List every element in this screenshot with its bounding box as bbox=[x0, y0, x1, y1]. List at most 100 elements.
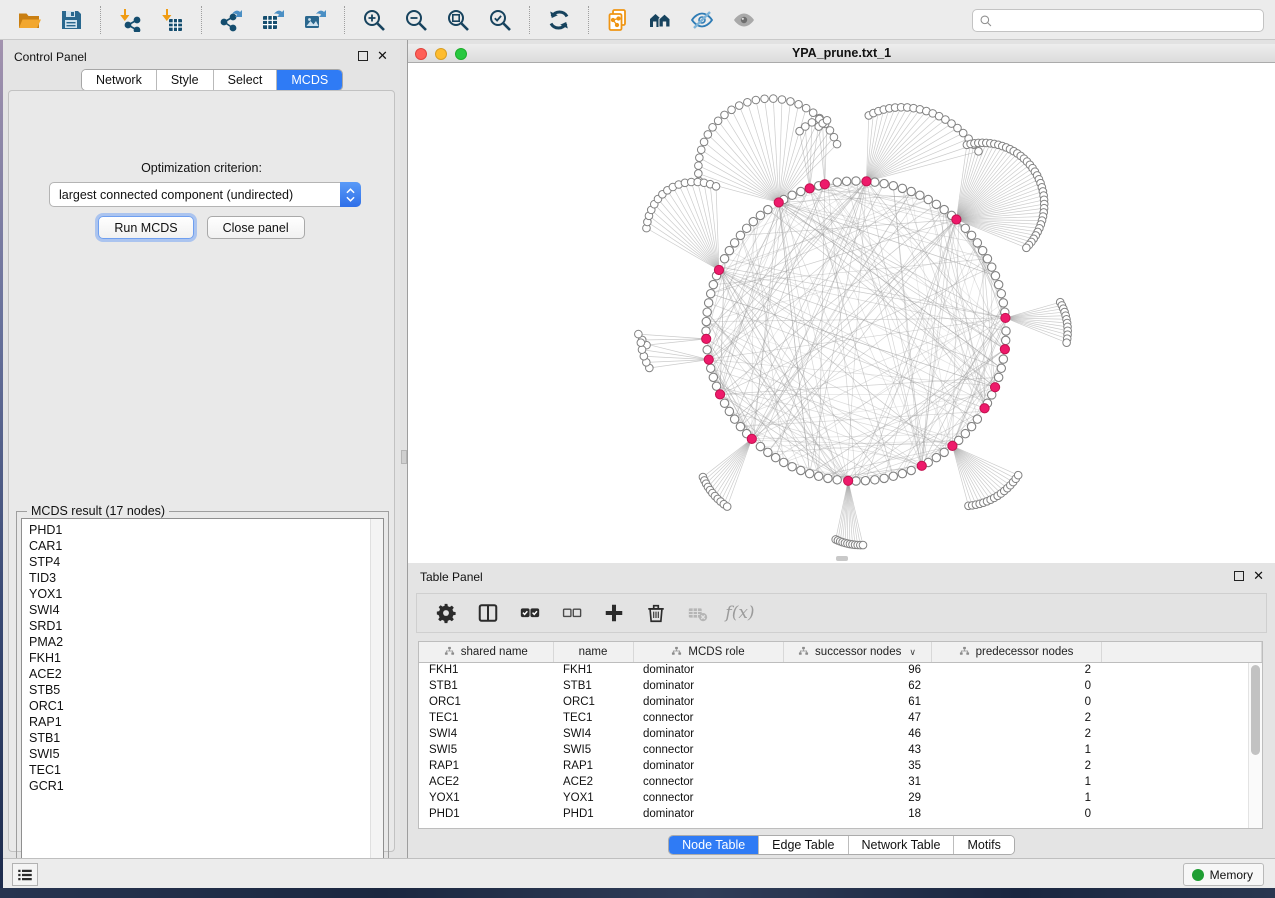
mcds-list-scrollbar[interactable] bbox=[370, 519, 383, 876]
table-row[interactable]: YOX1YOX1connector291 bbox=[419, 790, 1262, 806]
run-mcds-button[interactable]: Run MCDS bbox=[98, 216, 193, 239]
network-leaf-node[interactable] bbox=[975, 148, 983, 156]
network-hub-node[interactable] bbox=[862, 177, 871, 186]
network-node[interactable] bbox=[940, 448, 948, 456]
network-node[interactable] bbox=[702, 317, 710, 325]
mcds-node-item[interactable]: STB5 bbox=[29, 682, 383, 698]
network-node[interactable] bbox=[961, 224, 969, 232]
network-node[interactable] bbox=[720, 255, 728, 263]
network-leaf-node[interactable] bbox=[778, 96, 786, 104]
network-leaf-node[interactable] bbox=[712, 183, 720, 191]
network-node[interactable] bbox=[720, 399, 728, 407]
select-all-columns-button[interactable] bbox=[515, 598, 545, 628]
network-node[interactable] bbox=[871, 476, 879, 484]
new-network-from-selection-button[interactable] bbox=[603, 5, 633, 35]
network-leaf-node[interactable] bbox=[637, 339, 645, 347]
open-file-button[interactable] bbox=[14, 5, 44, 35]
network-leaf-node[interactable] bbox=[695, 170, 703, 178]
network-leaf-node[interactable] bbox=[826, 127, 834, 135]
network-node[interactable] bbox=[997, 364, 1005, 372]
network-node[interactable] bbox=[712, 382, 720, 390]
network-node[interactable] bbox=[756, 211, 764, 219]
function-builder-button[interactable]: f(x) bbox=[725, 598, 755, 628]
network-node[interactable] bbox=[988, 263, 996, 271]
network-canvas[interactable] bbox=[408, 63, 1275, 563]
delete-column-button[interactable] bbox=[641, 598, 671, 628]
network-node[interactable] bbox=[898, 469, 906, 477]
create-column-button[interactable] bbox=[599, 598, 629, 628]
float-table-panel-icon[interactable] bbox=[1234, 571, 1244, 581]
export-table-button[interactable] bbox=[258, 5, 288, 35]
table-row[interactable]: RAP1RAP1dominator352 bbox=[419, 758, 1262, 774]
network-leaf-node[interactable] bbox=[1063, 339, 1071, 347]
network-leaf-node[interactable] bbox=[833, 140, 841, 148]
network-node[interactable] bbox=[932, 200, 940, 208]
mcds-node-item[interactable]: FKH1 bbox=[29, 650, 383, 666]
network-node[interactable] bbox=[703, 346, 711, 354]
network-node[interactable] bbox=[1002, 336, 1010, 344]
tab-network[interactable]: Network bbox=[82, 70, 157, 90]
network-node[interactable] bbox=[932, 453, 940, 461]
network-node[interactable] bbox=[940, 205, 948, 213]
network-leaf-node[interactable] bbox=[823, 117, 831, 125]
network-node[interactable] bbox=[824, 474, 832, 482]
table-row[interactable]: PHD1PHD1dominator180 bbox=[419, 806, 1262, 822]
close-panel-icon[interactable]: ✕ bbox=[377, 51, 388, 61]
network-node[interactable] bbox=[764, 205, 772, 213]
network-node[interactable] bbox=[703, 308, 711, 316]
optimization-criterion-select[interactable]: largest connected component (undirected) bbox=[49, 182, 361, 207]
network-leaf-node[interactable] bbox=[735, 102, 743, 110]
network-hub-node[interactable] bbox=[1001, 313, 1010, 322]
network-leaf-node[interactable] bbox=[744, 98, 752, 106]
network-node[interactable] bbox=[973, 239, 981, 247]
table-row[interactable]: SWI5SWI5connector431 bbox=[419, 742, 1262, 758]
network-node[interactable] bbox=[994, 280, 1002, 288]
save-session-button[interactable] bbox=[56, 5, 86, 35]
search-field[interactable] bbox=[972, 9, 1264, 32]
splitter-grip[interactable] bbox=[401, 450, 407, 464]
network-node[interactable] bbox=[907, 466, 915, 474]
network-node[interactable] bbox=[788, 463, 796, 471]
minimize-window-icon[interactable] bbox=[435, 48, 447, 60]
table-row[interactable]: ACE2ACE2connector311 bbox=[419, 774, 1262, 790]
network-node[interactable] bbox=[898, 184, 906, 192]
export-image-button[interactable] bbox=[300, 5, 330, 35]
network-node[interactable] bbox=[730, 415, 738, 423]
network-hub-node[interactable] bbox=[715, 390, 724, 399]
table-row[interactable]: FKH1FKH1dominator962 bbox=[419, 662, 1262, 678]
zoom-out-button[interactable] bbox=[401, 5, 431, 35]
table-row[interactable]: SWI4SWI4dominator462 bbox=[419, 726, 1262, 742]
network-leaf-node[interactable] bbox=[808, 119, 816, 127]
network-window-titlebar[interactable]: YPA_prune.txt_1 bbox=[408, 44, 1275, 63]
vertical-splitter[interactable] bbox=[400, 40, 408, 858]
mcds-node-item[interactable]: ACE2 bbox=[29, 666, 383, 682]
network-hub-node[interactable] bbox=[747, 434, 756, 443]
network-leaf-node[interactable] bbox=[770, 95, 778, 103]
mcds-node-item[interactable]: PMA2 bbox=[29, 634, 383, 650]
search-input[interactable] bbox=[993, 10, 1263, 31]
network-node[interactable] bbox=[997, 289, 1005, 297]
network-node[interactable] bbox=[742, 224, 750, 232]
hide-selected-button[interactable] bbox=[687, 5, 717, 35]
network-leaf-node[interactable] bbox=[752, 96, 760, 104]
network-node[interactable] bbox=[880, 474, 888, 482]
delete-table-button[interactable] bbox=[683, 598, 713, 628]
network-node[interactable] bbox=[709, 280, 717, 288]
network-node[interactable] bbox=[756, 442, 764, 450]
export-network-button[interactable] bbox=[216, 5, 246, 35]
import-table-button[interactable] bbox=[157, 5, 187, 35]
network-hub-node[interactable] bbox=[702, 334, 711, 343]
network-hub-node[interactable] bbox=[844, 476, 853, 485]
network-node[interactable] bbox=[771, 453, 779, 461]
network-leaf-node[interactable] bbox=[697, 146, 705, 154]
network-leaf-node[interactable] bbox=[859, 541, 867, 549]
tab-style[interactable]: Style bbox=[157, 70, 214, 90]
network-hub-node[interactable] bbox=[714, 265, 723, 274]
tab-select[interactable]: Select bbox=[214, 70, 278, 90]
network-node[interactable] bbox=[833, 476, 841, 484]
column-header-name[interactable]: name bbox=[553, 642, 633, 662]
network-node[interactable] bbox=[907, 187, 915, 195]
first-neighbors-button[interactable] bbox=[645, 5, 675, 35]
network-leaf-node[interactable] bbox=[635, 330, 643, 338]
table-scrollbar[interactable] bbox=[1248, 663, 1262, 828]
